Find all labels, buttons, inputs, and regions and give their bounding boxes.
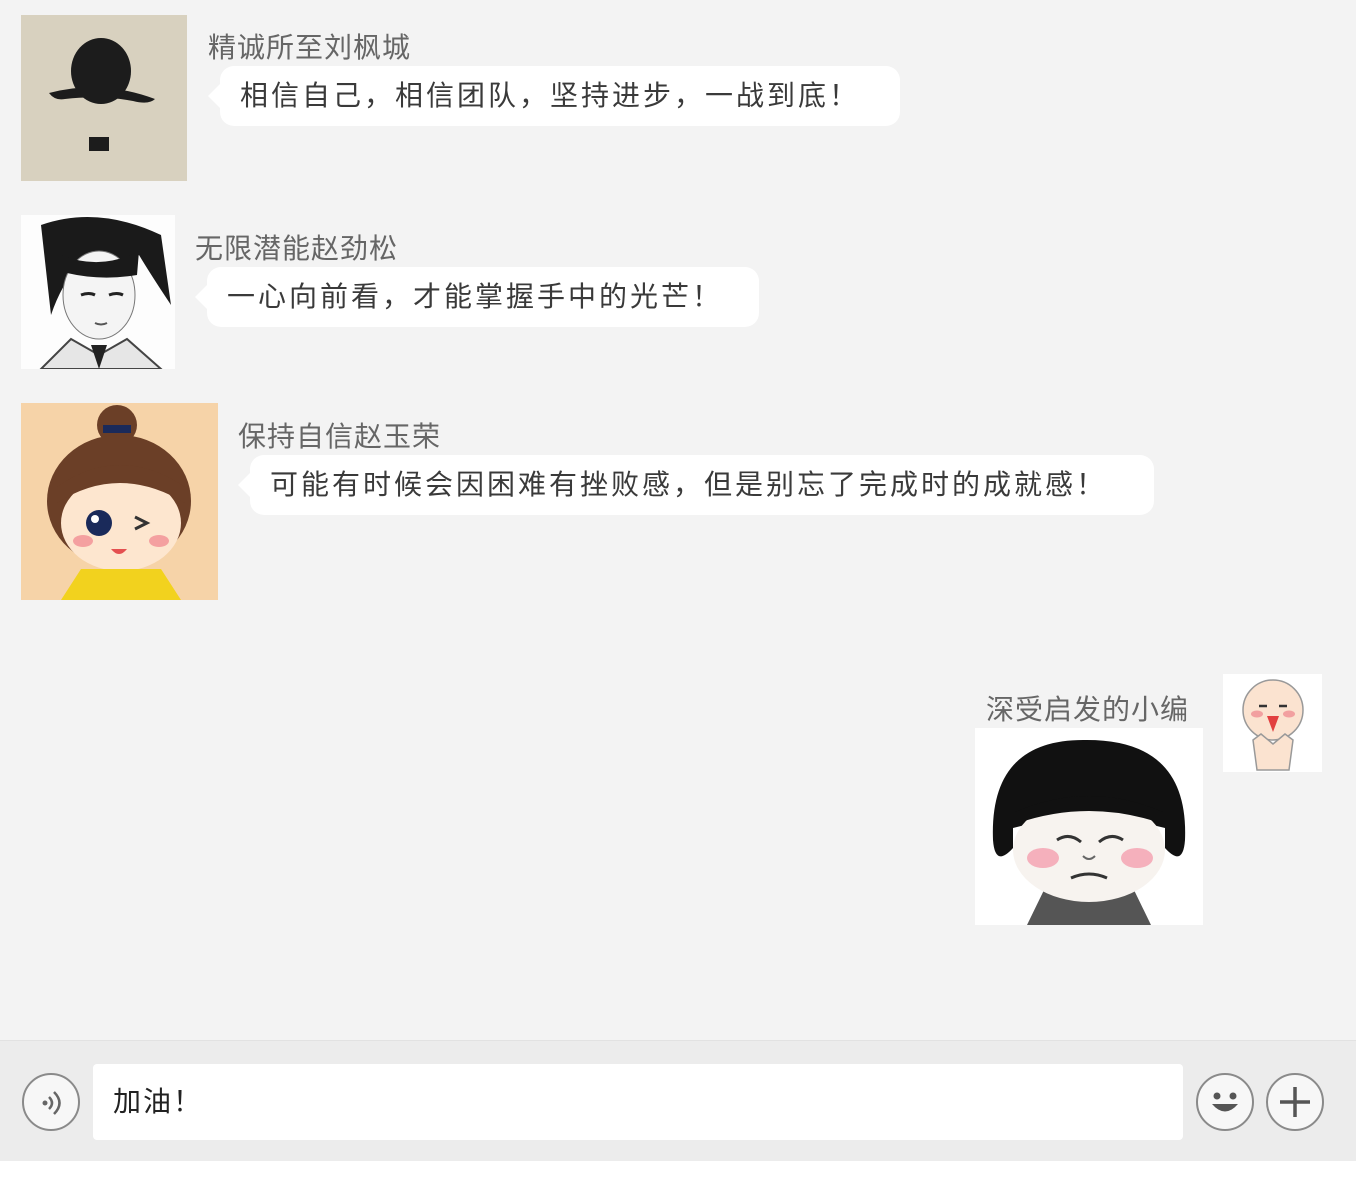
message-bubble[interactable]: 一心向前看，才能掌握手中的光芒！	[195, 267, 759, 327]
plus-icon	[1280, 1087, 1310, 1117]
emoji-button[interactable]	[1196, 1073, 1254, 1131]
input-bar: 加油！	[0, 1040, 1356, 1161]
sticker-message[interactable]	[975, 728, 1203, 925]
bowler-hat-icon	[21, 15, 187, 181]
sender-name: 无限潜能赵劲松	[195, 232, 399, 265]
mushroom-head-sticker-icon	[975, 728, 1203, 925]
avatar-zhao-jinsong[interactable]	[21, 215, 175, 369]
message-input[interactable]: 加油！	[93, 1064, 1183, 1140]
sender-name: 保持自信赵玉荣	[238, 420, 442, 453]
avatar-zhao-yurong[interactable]	[21, 403, 218, 600]
message-bubble[interactable]: 可能有时候会因困难有挫败感，但是别忘了完成时的成就感！	[238, 455, 1154, 515]
bald-kid-icon	[1223, 674, 1322, 772]
cartoon-girl-icon	[21, 403, 218, 600]
voice-icon	[42, 1091, 61, 1115]
message-bubble[interactable]: 相信自己，相信团队，坚持进步，一战到底！	[208, 66, 900, 126]
chat-area: 精诚所至刘枫城 相信自己，相信团队，坚持进步，一战到底！ 无限潜能赵劲松 一心向…	[0, 0, 1356, 1040]
self-sender-name: 深受启发的小编	[986, 693, 1190, 726]
sketch-boy-icon	[21, 215, 175, 369]
self-avatar[interactable]	[1223, 674, 1322, 772]
sender-name: 精诚所至刘枫城	[208, 31, 412, 64]
smile-icon	[1212, 1092, 1238, 1112]
voice-button[interactable]	[22, 1073, 80, 1131]
more-button[interactable]	[1266, 1073, 1324, 1131]
avatar-liu[interactable]	[21, 15, 187, 181]
